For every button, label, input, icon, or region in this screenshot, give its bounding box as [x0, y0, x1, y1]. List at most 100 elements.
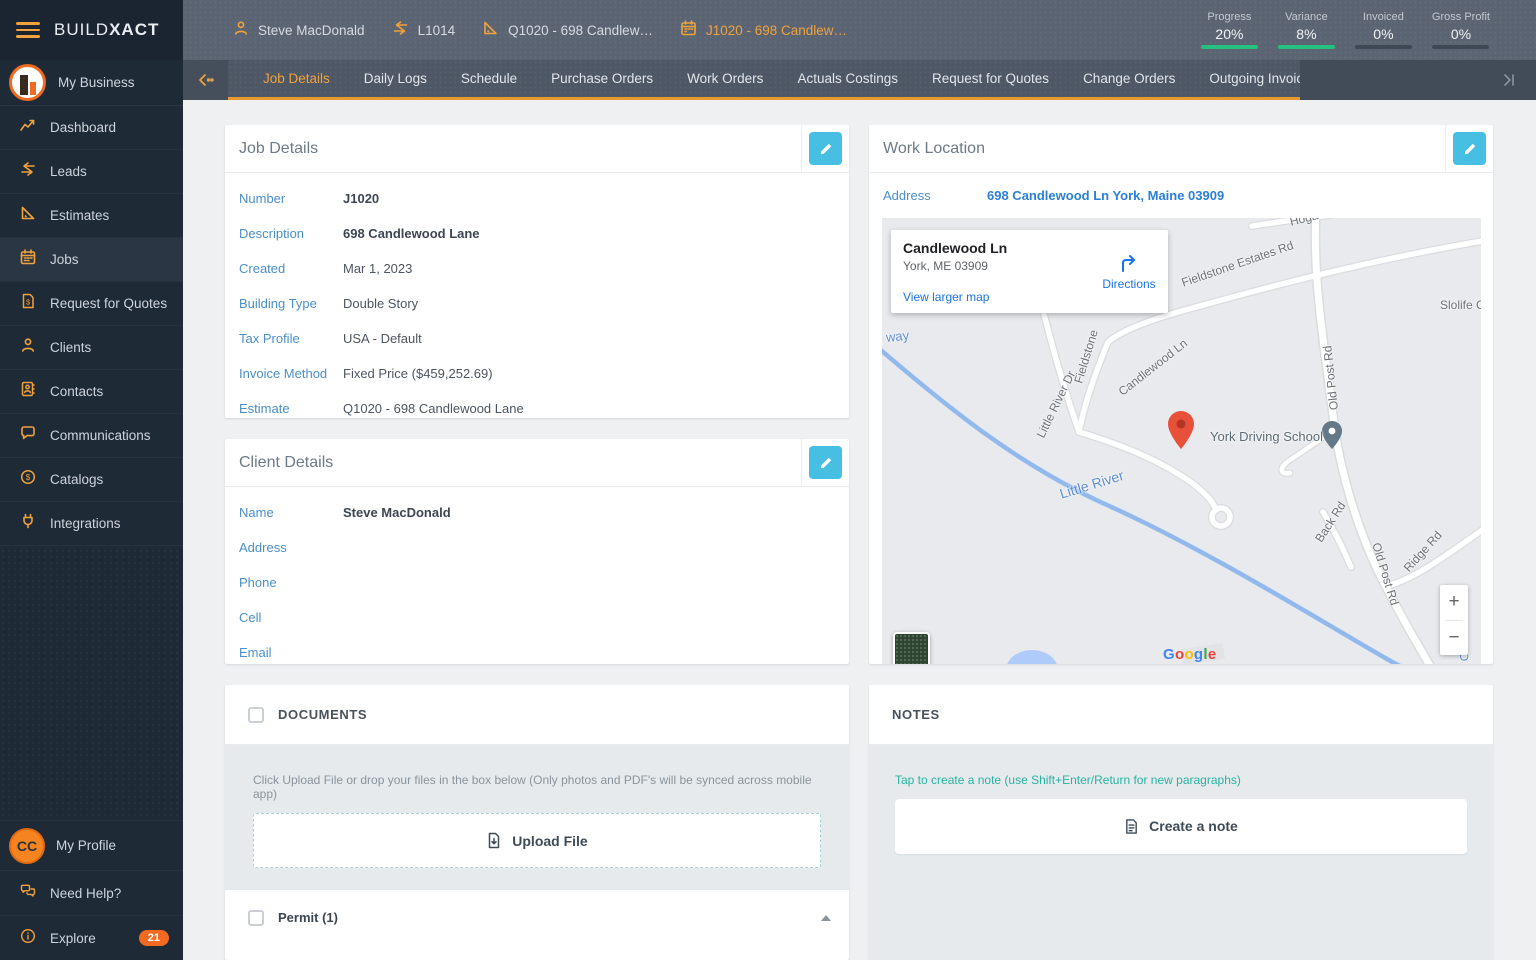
sidebar-item-jobs[interactable]: Jobs [0, 238, 183, 282]
sidebar-item-request-for-quotes[interactable]: $ Request for Quotes [0, 282, 183, 326]
sidebar-item-contacts[interactable]: Contacts [0, 370, 183, 414]
sidebar-item-explore[interactable]: Explore 21 [0, 915, 183, 960]
sidebar-item-label: My Business [58, 75, 135, 90]
catalogs-icon: $ [19, 469, 37, 490]
field-label: Address [883, 188, 987, 203]
tab-job-details[interactable]: Job Details [246, 60, 347, 97]
stat-label: Gross Profit [1432, 11, 1490, 23]
clients-icon [19, 337, 37, 358]
field-row: Phone [225, 565, 849, 600]
context-estimate[interactable]: Q1020 - 698 Candlew… [482, 20, 653, 41]
sidebar-item-need-help[interactable]: Need Help? [0, 870, 183, 915]
tab-daily-logs[interactable]: Daily Logs [347, 60, 444, 97]
context-breadcrumb: Steve MacDonald L1014 Q1020 - 698 Candle… [183, 20, 847, 41]
context-label: L1014 [418, 23, 456, 38]
explore-count-badge: 21 [139, 930, 169, 946]
map-place-title: Candlewood Ln [903, 240, 1090, 256]
tab-strip: Job Details Daily Logs Schedule Purchase… [228, 60, 1300, 100]
svg-text:$: $ [26, 298, 31, 307]
sidebar-item-catalogs[interactable]: $ Catalogs [0, 458, 183, 502]
directions-icon [1118, 252, 1140, 274]
stat-label: Progress [1207, 11, 1251, 23]
create-note-hint[interactable]: Tap to create a note (use Shift+Enter/Re… [895, 773, 1467, 787]
scroll-tabs-right-icon[interactable] [1500, 72, 1518, 88]
edit-job-details-button[interactable] [809, 132, 842, 165]
info-icon [19, 928, 37, 949]
sidebar: BUILDXACT My Business Dashboard Leads Es… [0, 0, 183, 960]
hamburger-menu-icon[interactable] [16, 22, 40, 38]
field-value: Double Story [343, 296, 418, 311]
documents-body: Click Upload File or drop your files in … [225, 745, 849, 889]
lead-arrows-icon [392, 20, 409, 41]
collapse-back-button[interactable] [183, 60, 228, 100]
field-value: Steve MacDonald [343, 505, 451, 520]
field-value: Fixed Price ($459,252.69) [343, 366, 493, 381]
map-road-label: Slolife Cu [1440, 298, 1481, 312]
leads-icon [19, 161, 37, 182]
permit-group-checkbox[interactable] [248, 910, 264, 926]
field-row: Address [225, 530, 849, 565]
sidebar-item-leads[interactable]: Leads [0, 150, 183, 194]
sidebar-item-label: Catalogs [50, 472, 103, 487]
notes-body: Tap to create a note (use Shift+Enter/Re… [869, 745, 1493, 960]
sidebar-item-estimates[interactable]: Estimates [0, 194, 183, 238]
documents-select-all-checkbox[interactable] [248, 707, 264, 723]
satellite-view-toggle[interactable] [893, 632, 930, 664]
upload-file-dropzone[interactable]: Upload File [253, 813, 821, 868]
work-address-link[interactable]: 698 Candlewood Ln York, Maine 03909 [987, 188, 1224, 203]
job-stats: Progress 20% Variance 8% Invoiced 0% Gro… [1201, 11, 1536, 49]
person-icon [233, 20, 249, 41]
field-value: 698 Candlewood Lane [343, 226, 480, 241]
job-details-card: Job Details NumberJ1020 Description698 C… [225, 125, 849, 418]
sidebar-footer: CC My Profile Need Help? Explore 21 [0, 820, 183, 960]
logo-bar: BUILDXACT [0, 0, 183, 60]
edit-client-details-button[interactable] [809, 446, 842, 479]
context-label: Q1020 - 698 Candlew… [508, 23, 653, 38]
avatar: CC [9, 828, 45, 864]
directions-button[interactable]: Directions [1090, 230, 1168, 313]
request-quotes-icon: $ [19, 293, 37, 314]
document-group-permit[interactable]: Permit (1) [225, 889, 849, 945]
tab-work-orders[interactable]: Work Orders [670, 60, 780, 97]
tab-actuals-costings[interactable]: Actuals Costings [780, 60, 915, 97]
collapse-group-icon[interactable] [821, 915, 831, 921]
sidebar-item-clients[interactable]: Clients [0, 326, 183, 370]
tab-change-orders[interactable]: Change Orders [1066, 60, 1192, 97]
sidebar-item-my-business[interactable]: My Business [0, 60, 183, 106]
brand-logo: BUILDXACT [54, 20, 159, 40]
google-map[interactable]: Hoga Fieldstone Estates Rd Slolife Cu wa… [882, 218, 1481, 664]
edit-work-location-button[interactable] [1453, 132, 1486, 165]
stat-progress: Progress 20% [1201, 11, 1258, 49]
chevron-left-icon [197, 72, 215, 88]
note-icon [1124, 818, 1139, 835]
client-details-card: Client Details NameSteve MacDonald Addre… [225, 439, 849, 664]
tab-request-for-quotes[interactable]: Request for Quotes [915, 60, 1066, 97]
create-note-button[interactable]: Create a note [895, 799, 1467, 854]
pencil-icon [819, 456, 833, 470]
sidebar-item-integrations[interactable]: Integrations [0, 502, 183, 546]
business-logo-icon [9, 64, 46, 101]
tab-schedule[interactable]: Schedule [444, 60, 534, 97]
stat-variance: Variance 8% [1278, 11, 1335, 49]
tab-purchase-orders[interactable]: Purchase Orders [534, 60, 670, 97]
context-lead[interactable]: L1014 [392, 20, 456, 41]
zoom-in-button[interactable]: + [1440, 585, 1468, 620]
sidebar-item-dashboard[interactable]: Dashboard [0, 106, 183, 150]
field-label: Description [239, 226, 343, 241]
estimates-icon [19, 205, 37, 226]
map-place-subtitle: York, ME 03909 [903, 259, 1090, 273]
sidebar-item-my-profile[interactable]: CC My Profile [0, 820, 183, 870]
view-larger-map-link[interactable]: View larger map [903, 290, 989, 304]
context-job[interactable]: J1020 - 698 Candlew… [680, 20, 847, 41]
field-row: Description698 Candlewood Lane [225, 216, 849, 251]
sidebar-item-communications[interactable]: Communications [0, 414, 183, 458]
client-details-header: Client Details [225, 439, 849, 487]
integrations-plug-icon [19, 513, 37, 534]
context-client[interactable]: Steve MacDonald [233, 20, 365, 41]
stat-value: 8% [1296, 26, 1316, 42]
stat-bar [1432, 45, 1489, 49]
dashboard-icon [19, 117, 37, 138]
field-value: J1020 [343, 191, 379, 206]
document-group-label: Permit (1) [278, 910, 338, 925]
zoom-out-button[interactable]: − [1440, 621, 1468, 656]
